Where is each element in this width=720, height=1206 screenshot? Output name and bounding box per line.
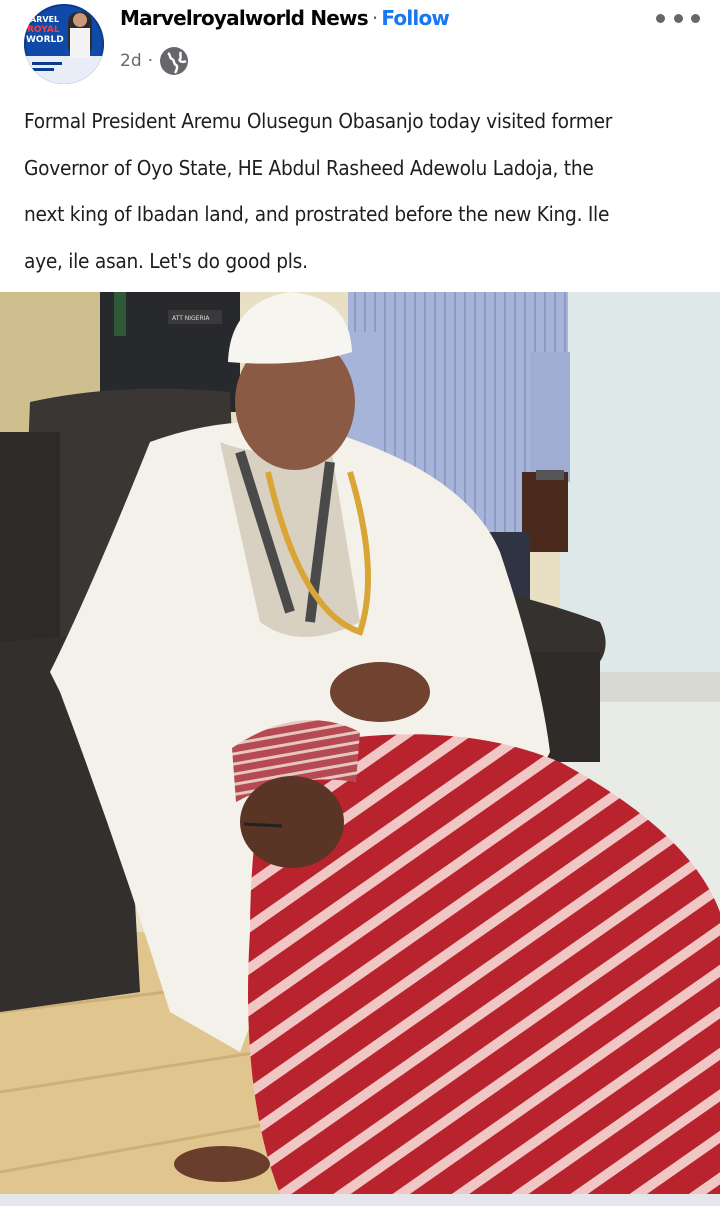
post-caption: Formal President Aremu Olusegun Obasanjo…	[24, 98, 697, 284]
post-divider	[0, 1194, 720, 1206]
avatar-text-3: WORLD	[26, 35, 64, 45]
post-age[interactable]: 2d	[120, 51, 142, 71]
more-options-icon[interactable]	[656, 8, 700, 28]
caption-line: next king of Ibadan land, and prostrated…	[24, 202, 610, 226]
more-dot	[691, 13, 700, 23]
avatar-text-2: ROYAL	[27, 25, 60, 35]
globe-icon	[160, 47, 189, 75]
post-meta: 2d ·	[120, 46, 189, 76]
uniform-badge-text: ATT NIGERIA	[172, 315, 210, 322]
name-separator: ·	[371, 6, 378, 30]
avatar-logo: ARVEL ROYAL WORLD	[24, 4, 104, 84]
page-name-row: Marvelroyalworld News · Follow	[120, 6, 450, 30]
post-header: ARVEL ROYAL WORLD Marvelroyalworld News ·…	[0, 0, 720, 92]
follow-button[interactable]: Follow	[381, 6, 450, 30]
page-name[interactable]: Marvelroyalworld News	[120, 6, 369, 30]
photo-illustration: ATT NIGERIA	[0, 292, 720, 1194]
more-dot	[656, 13, 665, 23]
page-avatar[interactable]: ARVEL ROYAL WORLD	[24, 4, 104, 84]
caption-line: Formal President Aremu Olusegun Obasanjo…	[24, 109, 613, 133]
post-photo[interactable]: ATT NIGERIA	[0, 292, 720, 1194]
caption-line: aye, ile asan. Let's do good pls.	[24, 248, 308, 273]
age-separator: ·	[147, 51, 154, 71]
more-dot	[673, 13, 683, 23]
caption-line: Governor of Oyo State, HE Abdul Rasheed …	[24, 155, 594, 180]
avatar-text-1: ARVEL	[30, 15, 59, 24]
